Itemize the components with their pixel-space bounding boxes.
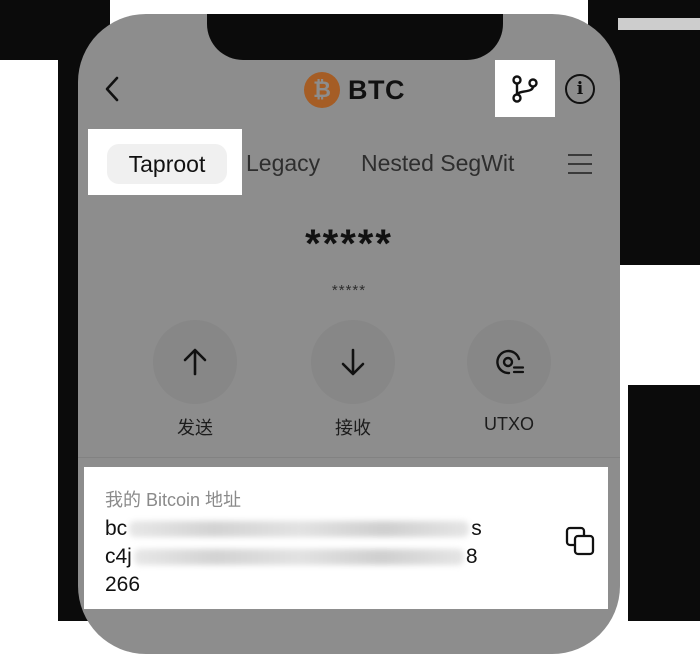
address-text: 8: [465, 545, 478, 568]
utxo-icon: [496, 349, 525, 375]
address-card: 我的 Bitcoin 地址 bc s c4j 8 266: [84, 467, 608, 609]
address-heading: 我的 Bitcoin 地址: [105, 490, 242, 510]
copy-icon: [565, 526, 595, 556]
send-circle: [153, 320, 237, 404]
info-icon[interactable]: i: [565, 74, 595, 104]
balance-fiat: *****: [331, 282, 367, 299]
send-label: 发送: [177, 418, 213, 438]
address-line-1[interactable]: bc s: [105, 517, 482, 541]
receive-circle: [311, 320, 395, 404]
tab-legacy[interactable]: Legacy: [246, 150, 320, 177]
address-text: 6: [128, 573, 141, 596]
background-block: [628, 385, 700, 621]
address-redaction: [133, 549, 464, 566]
header-title: ₿ BTC: [304, 71, 405, 109]
copy-button[interactable]: [564, 525, 596, 557]
bitcoin-logo-icon: ₿: [304, 72, 340, 108]
chevron-left-icon: [105, 76, 119, 102]
receive-label: 接收: [335, 418, 371, 438]
tab-nested-segwit[interactable]: Nested SegWit: [361, 150, 528, 177]
send-button[interactable]: 发送: [153, 320, 237, 440]
address-text: 26: [105, 573, 129, 596]
menu-icon[interactable]: [568, 152, 592, 176]
utxo-circle: [467, 320, 551, 404]
phone-screen: ₿ BTC i Taproot Legacy Nested SegWit ***…: [78, 14, 620, 654]
page-title: BTC: [348, 74, 405, 105]
background-stripe: [618, 18, 700, 30]
utxo-label: UTXO: [483, 414, 534, 434]
address-text: s: [471, 517, 482, 540]
receive-button[interactable]: 接收: [311, 320, 395, 440]
section-divider: [78, 457, 620, 458]
tab-taproot[interactable]: Taproot: [107, 144, 227, 184]
address-text: c4j: [105, 545, 132, 568]
arrow-up-icon: [183, 348, 207, 376]
address-line-3[interactable]: 266: [105, 573, 140, 597]
branch-icon: [512, 74, 538, 103]
arrow-down-icon: [341, 348, 365, 376]
utxo-button[interactable]: UTXO: [467, 320, 551, 435]
phone-notch: [207, 14, 503, 60]
balance-amount: *****: [305, 222, 393, 266]
address-line-2[interactable]: c4j 8: [105, 545, 478, 569]
branch-button[interactable]: [495, 60, 555, 117]
back-button[interactable]: [98, 72, 126, 106]
address-text: bc: [105, 517, 128, 540]
address-redaction: [129, 521, 470, 538]
